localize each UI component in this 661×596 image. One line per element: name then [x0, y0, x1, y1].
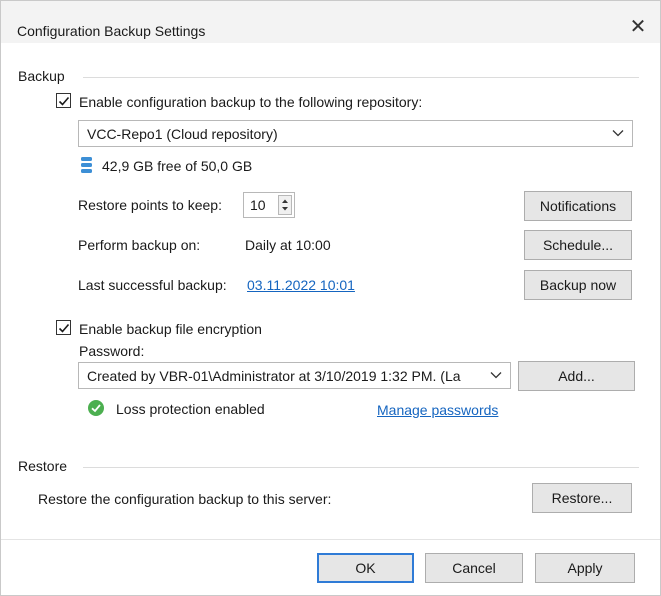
last-backup-link[interactable]: 03.11.2022 10:01: [247, 277, 355, 293]
restore-button[interactable]: Restore...: [532, 483, 632, 513]
restore-points-value: 10: [250, 197, 266, 213]
last-backup-label: Last successful backup:: [78, 277, 227, 293]
stepper-arrows[interactable]: [278, 195, 292, 215]
enable-encryption-label: Enable backup file encryption: [79, 321, 262, 337]
close-button[interactable]: ✕: [626, 15, 650, 39]
ok-button[interactable]: OK: [317, 553, 414, 583]
close-icon: ✕: [629, 16, 647, 38]
restore-points-label: Restore points to keep:: [78, 197, 222, 213]
perform-backup-value: Daily at 10:00: [245, 237, 331, 253]
check-circle-icon: [88, 400, 104, 416]
enable-backup-label: Enable configuration backup to the follo…: [79, 94, 423, 110]
add-password-button[interactable]: Add...: [518, 361, 635, 391]
manage-passwords-link[interactable]: Manage passwords: [377, 402, 498, 418]
password-label: Password:: [79, 343, 145, 359]
password-select[interactable]: Created by VBR-01\Administrator at 3/10/…: [78, 362, 511, 389]
enable-encryption-checkbox[interactable]: [56, 320, 71, 335]
loss-protection-status: Loss protection enabled: [116, 401, 265, 417]
arrow-up-icon[interactable]: [279, 196, 291, 214]
perform-backup-label: Perform backup on:: [78, 237, 201, 253]
arrow-down-icon: [282, 207, 288, 211]
restore-points-stepper[interactable]: 10: [243, 192, 295, 218]
repository-value: VCC-Repo1 (Cloud repository): [87, 126, 278, 142]
configuration-backup-dialog: Configuration Backup Settings ✕ Backup E…: [0, 0, 661, 596]
title-bar: Configuration Backup Settings ✕: [1, 1, 660, 43]
storage-info: 42,9 GB free of 50,0 GB: [102, 158, 253, 174]
footer-separator: [1, 539, 660, 540]
enable-backup-checkbox[interactable]: [56, 93, 71, 108]
notifications-button[interactable]: Notifications: [524, 191, 632, 221]
checkmark-icon: [58, 96, 70, 106]
backup-group-separator: [83, 77, 639, 78]
chevron-down-icon: [612, 130, 624, 137]
backup-group-label: Backup: [18, 68, 65, 84]
repository-select[interactable]: VCC-Repo1 (Cloud repository): [78, 120, 633, 147]
schedule-button[interactable]: Schedule...: [524, 230, 632, 260]
database-icon: [81, 157, 92, 173]
cancel-button[interactable]: Cancel: [425, 553, 523, 583]
restore-group-label: Restore: [18, 458, 68, 474]
apply-button[interactable]: Apply: [535, 553, 635, 583]
password-value: Created by VBR-01\Administrator at 3/10/…: [87, 368, 461, 384]
dialog-title: Configuration Backup Settings: [17, 23, 206, 39]
restore-group-separator: [83, 467, 639, 468]
checkmark-icon: [58, 323, 70, 333]
chevron-down-icon: [490, 372, 502, 379]
backup-now-button[interactable]: Backup now: [524, 270, 632, 300]
restore-description: Restore the configuration backup to this…: [38, 491, 332, 507]
